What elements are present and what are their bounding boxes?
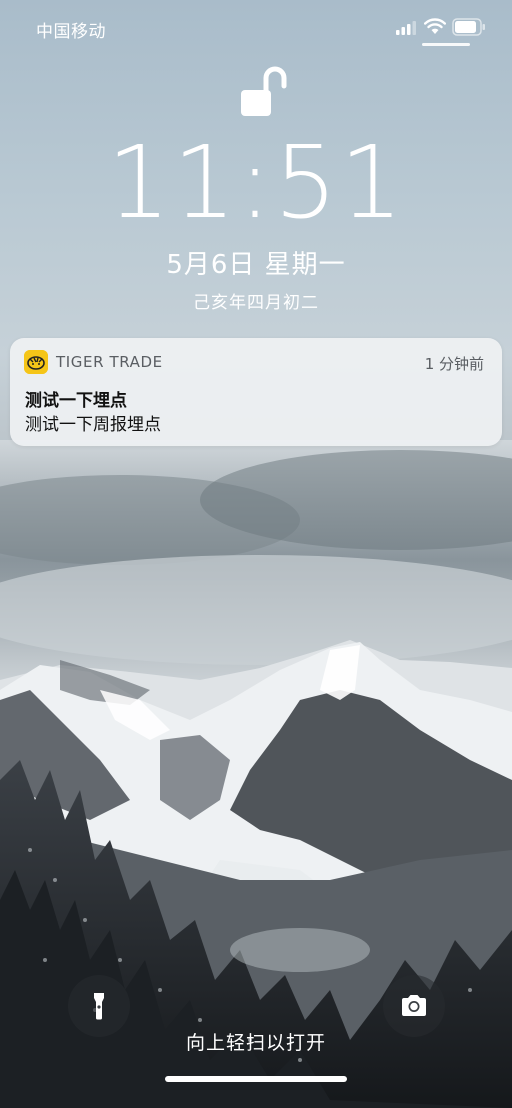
- tiger-trade-app-icon: [24, 350, 48, 374]
- lock-screen-date: 5月6日 星期一: [166, 250, 346, 280]
- wifi-icon: [424, 18, 446, 34]
- unlocked-padlock-icon: [241, 66, 287, 116]
- status-underline: [422, 43, 470, 46]
- notification-title: 测试一下埋点: [25, 391, 127, 411]
- notification-body: 测试一下周报埋点: [25, 415, 161, 435]
- camera-icon: [402, 995, 426, 1016]
- lock-screen: 中国移动 11:51 5月6日 星期一 己亥年四月初二 TIGER TRADE …: [0, 0, 512, 1108]
- carrier-label: 中国移动: [36, 22, 106, 42]
- cellular-signal-icon: [396, 21, 416, 35]
- swipe-up-hint: 向上轻扫以打开: [185, 1032, 326, 1054]
- lock-screen-time: 11:51: [106, 124, 406, 241]
- flashlight-icon: [94, 993, 104, 1020]
- status-bar: 中国移动: [0, 0, 512, 58]
- notification-time: 1 分钟前: [424, 355, 484, 373]
- battery-icon: [452, 18, 485, 36]
- notification-app-name: TIGER TRADE: [56, 353, 163, 371]
- notification-card[interactable]: TIGER TRADE 1 分钟前 测试一下埋点 测试一下周报埋点: [10, 338, 502, 446]
- home-indicator[interactable]: [165, 1076, 347, 1082]
- lunar-date: 己亥年四月初二: [193, 293, 319, 313]
